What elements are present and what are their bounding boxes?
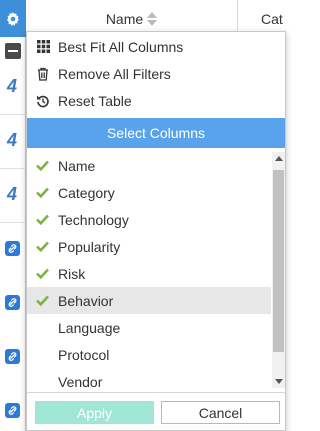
grid-icon — [36, 40, 50, 54]
menu-item-label: Best Fit All Columns — [58, 38, 184, 55]
checkmark-icon — [36, 267, 49, 280]
reset-icon — [36, 94, 50, 108]
best-fit-all-columns-item[interactable]: Best Fit All Columns — [27, 33, 285, 60]
column-list-scrollbar[interactable] — [272, 152, 285, 388]
footer-divider — [27, 392, 285, 393]
table-settings-button[interactable] — [0, 0, 26, 37]
collapse-icon[interactable] — [5, 43, 21, 59]
remove-all-filters-item[interactable]: Remove All Filters — [27, 60, 285, 87]
trash-icon — [36, 67, 50, 81]
column-settings-menu: Best Fit All Columns Remove All Filters … — [26, 31, 286, 431]
column-option-name[interactable]: Name — [27, 152, 271, 179]
row-gutter — [0, 0, 26, 431]
column-option-vendor[interactable]: Vendor — [27, 368, 271, 389]
link-icon — [2, 238, 22, 258]
link-icon — [2, 400, 22, 420]
column-option-protocol[interactable]: Protocol — [27, 341, 271, 368]
column-option-category[interactable]: Category — [27, 179, 271, 206]
column-option-risk[interactable]: Risk — [27, 260, 271, 287]
column-header-label: Cat — [261, 10, 283, 27]
row-icon: 4 — [6, 75, 17, 96]
column-option-label: Technology — [58, 211, 129, 228]
scrollbar-thumb[interactable] — [273, 170, 284, 352]
row-icon: 4 — [6, 183, 17, 204]
column-option-label: Name — [58, 157, 96, 174]
section-title: Select Columns — [106, 125, 206, 141]
column-option-label: Language — [58, 319, 121, 336]
row-divider — [0, 114, 26, 115]
column-option-language[interactable]: Language — [27, 314, 271, 341]
row-icon: 4 — [6, 129, 17, 150]
scroll-down-icon[interactable] — [275, 379, 283, 384]
column-option-label: Category — [58, 184, 115, 201]
reset-table-item[interactable]: Reset Table — [27, 87, 285, 114]
column-option-technology[interactable]: Technology — [27, 206, 271, 233]
row-divider — [0, 222, 26, 223]
link-icon — [2, 292, 22, 312]
checkmark-icon — [36, 240, 49, 253]
checkmark-icon — [36, 294, 49, 307]
checkmark-icon — [36, 159, 49, 172]
menu-item-label: Remove All Filters — [58, 65, 171, 82]
menu-item-label: Reset Table — [58, 92, 132, 109]
checkmark-icon — [36, 213, 49, 226]
row-divider — [0, 168, 26, 169]
sort-icon[interactable] — [147, 11, 158, 26]
apply-button[interactable]: Apply — [35, 401, 154, 424]
link-icon — [2, 346, 22, 366]
column-option-label: Risk — [58, 265, 86, 282]
column-option-label: Popularity — [58, 238, 121, 255]
gear-icon — [6, 11, 20, 26]
column-option-label: Vendor — [58, 373, 103, 389]
column-option-label: Protocol — [58, 346, 110, 363]
column-header-label: Name — [105, 10, 144, 27]
cancel-button[interactable]: Cancel — [161, 401, 280, 424]
select-columns-header: Select Columns — [27, 118, 285, 148]
column-list: Name Category Technology Popularity Risk… — [27, 152, 271, 388]
column-option-behavior[interactable]: Behavior — [27, 287, 271, 314]
column-option-popularity[interactable]: Popularity — [27, 233, 271, 260]
scroll-up-icon[interactable] — [275, 156, 283, 161]
column-option-label: Behavior — [58, 292, 114, 309]
checkmark-icon — [36, 186, 49, 199]
